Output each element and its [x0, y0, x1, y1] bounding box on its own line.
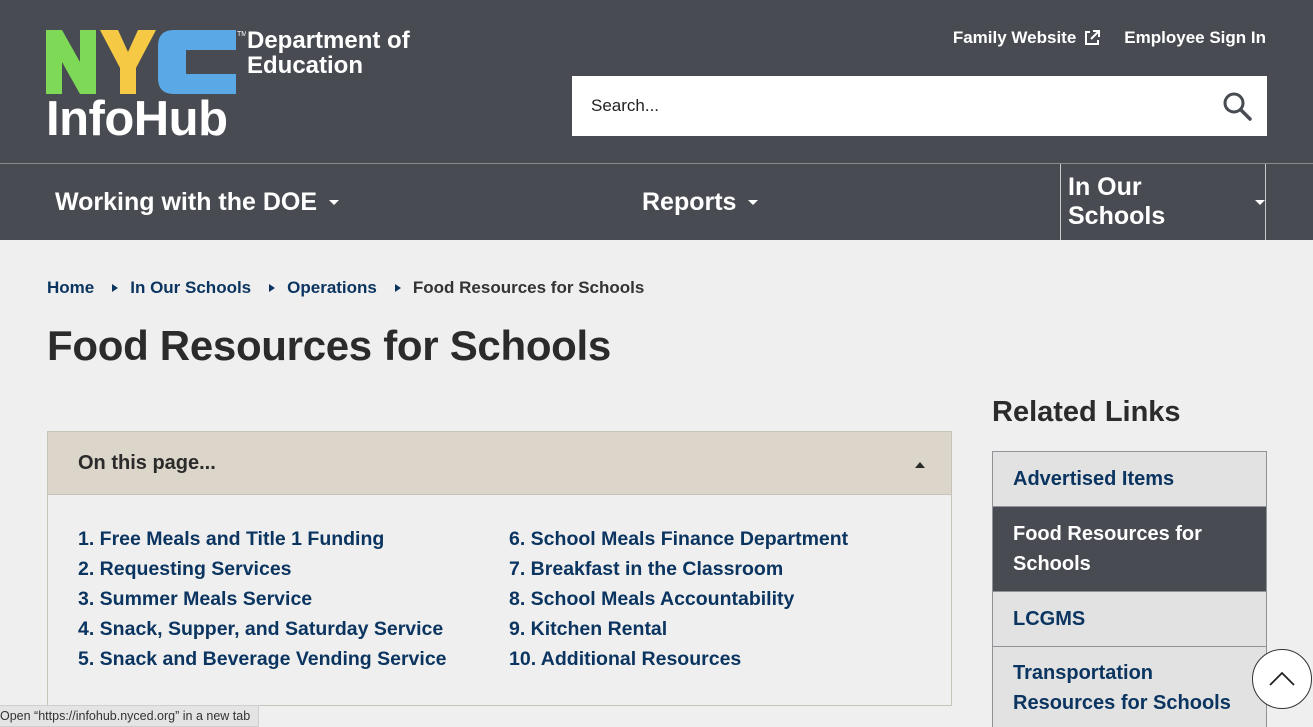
- on-this-page-accordion: On this page... 1. Free Meals and Title …: [47, 431, 952, 706]
- logo-dept-line1: Department of: [247, 27, 410, 54]
- nyc-logo-icon: TM: [46, 30, 246, 94]
- logo-department-text: Department of Education: [247, 28, 410, 78]
- caret-up-icon: [915, 462, 925, 468]
- anchor-link[interactable]: 4. Snack, Supper, and Saturday Service: [78, 614, 447, 644]
- nav-in-our-schools[interactable]: In Our Schools: [1060, 164, 1266, 240]
- related-link-label: LCGMS: [1013, 608, 1086, 630]
- related-links-list: Advertised Items Food Resources for Scho…: [992, 451, 1267, 727]
- on-this-page-heading: On this page...: [78, 451, 216, 474]
- caret-down-icon: [748, 199, 759, 205]
- related-link-label: Advertised Items: [1013, 468, 1175, 490]
- family-website-label: Family Website: [952, 28, 1077, 47]
- breadcrumb-arrow-icon: [112, 284, 119, 292]
- caret-down-icon: [329, 199, 340, 205]
- on-this-page-toggle[interactable]: On this page...: [48, 432, 951, 495]
- logo-infohub-text: InfoHub: [46, 92, 228, 146]
- related-link-label: Transportation Resources for Schools: [1013, 662, 1231, 714]
- anchor-link[interactable]: 7. Breakfast in the Classroom: [509, 554, 848, 584]
- anchor-link[interactable]: 8. School Meals Accountability: [509, 584, 848, 614]
- page-title: Food Resources for Schools: [47, 322, 611, 369]
- anchor-link[interactable]: 3. Summer Meals Service: [78, 584, 447, 614]
- breadcrumb-home[interactable]: Home: [47, 278, 94, 298]
- nav-item-label: Working with the DOE: [55, 187, 318, 216]
- related-link-advertised-items[interactable]: Advertised Items: [993, 452, 1266, 507]
- site-header: TM Department of Education InfoHub Famil…: [0, 0, 1313, 163]
- breadcrumb-operations[interactable]: Operations: [287, 278, 377, 298]
- nav-reports[interactable]: Reports: [642, 164, 759, 240]
- related-links-title: Related Links: [992, 396, 1181, 428]
- infohub-logo[interactable]: TM Department of Education InfoHub: [46, 28, 416, 146]
- nav-working-with-doe[interactable]: Working with the DOE: [55, 164, 340, 240]
- caret-down-icon: [1255, 199, 1265, 205]
- breadcrumb-in-our-schools[interactable]: In Our Schools: [130, 278, 251, 298]
- related-link-lcgms[interactable]: LCGMS: [993, 592, 1266, 647]
- related-link-food-resources[interactable]: Food Resources for Schools: [993, 507, 1266, 592]
- related-link-label: Food Resources for Schools: [1013, 523, 1202, 575]
- anchor-link[interactable]: 2. Requesting Services: [78, 554, 447, 584]
- anchor-link[interactable]: 9. Kitchen Rental: [509, 614, 848, 644]
- on-this-page-column-2: 6. School Meals Finance Department 7. Br…: [509, 524, 848, 674]
- breadcrumb-arrow-icon: [269, 284, 276, 292]
- header-utility-links: Family Website Employee Sign In: [953, 28, 1266, 48]
- logo-dept-line2: Education: [247, 52, 364, 79]
- anchor-link[interactable]: 5. Snack and Beverage Vending Service: [78, 644, 447, 674]
- chevron-up-icon: [1269, 671, 1295, 686]
- svg-text:TM: TM: [237, 31, 246, 38]
- nav-item-label: In Our Schools: [1068, 173, 1166, 230]
- search-input[interactable]: [572, 86, 1192, 126]
- scroll-to-top-button[interactable]: [1252, 649, 1312, 709]
- anchor-link[interactable]: 6. School Meals Finance Department: [509, 524, 848, 554]
- breadcrumb: Home In Our Schools Operations Food Reso…: [47, 278, 644, 298]
- breadcrumb-arrow-icon: [394, 284, 401, 292]
- anchor-link[interactable]: 10. Additional Resources: [509, 644, 848, 674]
- browser-status-bar: Open “https://infohub.nyced.org” in a ne…: [0, 705, 260, 727]
- employee-sign-in-link[interactable]: Employee Sign In: [1124, 28, 1266, 48]
- breadcrumb-current: Food Resources for Schools: [412, 278, 645, 297]
- related-link-transportation[interactable]: Transportation Resources for Schools: [993, 647, 1266, 727]
- search-icon[interactable]: [1221, 90, 1253, 122]
- search-bar: [572, 76, 1267, 136]
- nav-item-label: Reports: [642, 187, 737, 216]
- anchor-link[interactable]: 1. Free Meals and Title 1 Funding: [78, 524, 447, 554]
- external-link-icon: [1085, 30, 1101, 45]
- family-website-link[interactable]: Family Website: [952, 28, 1101, 48]
- main-nav: Working with the DOE Reports In Our Scho…: [0, 163, 1313, 240]
- on-this-page-column-1: 1. Free Meals and Title 1 Funding 2. Req…: [78, 524, 447, 674]
